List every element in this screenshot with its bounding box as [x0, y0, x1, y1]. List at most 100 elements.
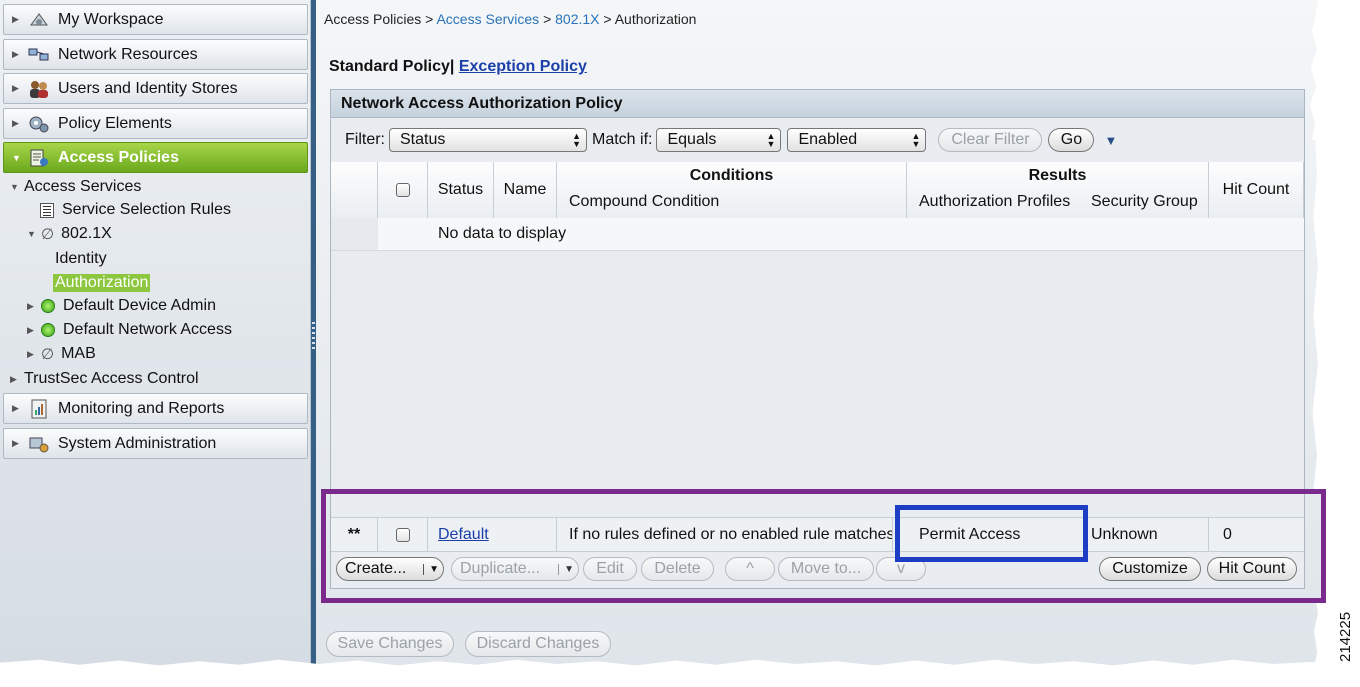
tree-label: TrustSec Access Control — [24, 370, 199, 387]
column-header-results: Results Authorization Profiles Security … — [907, 162, 1209, 218]
expand-arrow-icon: ▶ — [27, 324, 34, 335]
policy-elements-icon — [28, 114, 50, 134]
column-header-security-group[interactable]: Security Group — [1091, 193, 1198, 211]
breadcrumb-root: Access Policies — [324, 11, 422, 27]
tree-item-service-selection-rules[interactable]: Service Selection Rules — [40, 201, 231, 219]
expand-arrow-icon: ▶ — [12, 14, 19, 24]
drawer-label: Policy Elements — [58, 114, 172, 132]
drawer-policy-elements[interactable]: ▶ Policy Elements — [3, 108, 308, 139]
clear-filter-button[interactable]: Clear Filter — [938, 128, 1043, 152]
go-button[interactable]: Go — [1048, 128, 1095, 152]
panel-title: Network Access Authorization Policy — [331, 90, 1304, 118]
column-header-name[interactable]: Name — [494, 162, 557, 218]
column-header-hit-count[interactable]: Hit Count — [1209, 162, 1304, 218]
tree-item-802-1x[interactable]: ▼ ∅ 802.1X — [27, 225, 112, 243]
workspace-icon — [28, 10, 50, 30]
expand-arrow-icon: ▶ — [12, 438, 19, 448]
disabled-service-icon: ∅ — [41, 346, 55, 363]
drawer-users-identity-stores[interactable]: ▶ Users and Identity Stores — [3, 73, 308, 104]
row-gutter — [331, 218, 378, 250]
enabled-service-icon — [41, 323, 55, 337]
drawer-label: My Workspace — [58, 10, 164, 28]
users-icon — [28, 79, 50, 99]
expand-arrow-icon: ▶ — [12, 118, 19, 128]
filter-field-value: Status — [400, 131, 446, 148]
column-header-compound-condition[interactable]: Compound Condition — [569, 193, 719, 211]
column-header-label: Status — [437, 181, 484, 198]
drawer-label: System Administration — [58, 434, 217, 452]
breadcrumb-access-services[interactable]: Access Services — [436, 11, 539, 27]
tree-label: Access Services — [24, 178, 142, 195]
policy-tabs: Standard Policy| Exception Policy — [329, 58, 587, 76]
splitter-grip-icon[interactable] — [312, 322, 315, 350]
tab-exception-policy[interactable]: Exception Policy — [459, 58, 587, 75]
breadcrumb-802-1x[interactable]: 802.1X — [555, 11, 599, 27]
filter-field-select[interactable]: Status ▲ ▼ — [389, 128, 587, 152]
empty-table-message: No data to display — [438, 225, 567, 242]
drawer-my-workspace[interactable]: ▶ My Workspace — [3, 4, 308, 35]
expand-arrow-icon: ▶ — [27, 300, 34, 311]
column-header-label: Hit Count — [1222, 181, 1290, 198]
drawer-label: Network Resources — [58, 45, 198, 63]
column-group-label: Results — [1028, 167, 1087, 184]
expand-arrow-icon: ▶ — [12, 403, 19, 413]
discard-changes-button[interactable]: Discard Changes — [465, 631, 611, 657]
empty-row: No data to display — [331, 218, 1304, 251]
tree-item-trustsec[interactable]: ▶ TrustSec Access Control — [10, 370, 199, 388]
filter-value-select[interactable]: Enabled ▲ ▼ — [787, 128, 927, 152]
expand-arrow-icon: ▶ — [27, 348, 34, 359]
select-spinner-icon: ▲ ▼ — [766, 131, 776, 149]
monitoring-icon — [28, 399, 50, 419]
tab-standard-policy[interactable]: Standard Policy| — [329, 58, 454, 75]
select-spinner-icon: ▲ ▼ — [911, 131, 921, 149]
tree-label: Default Network Access — [63, 321, 232, 338]
tree-label: MAB — [61, 345, 96, 362]
filter-label: Filter: — [345, 131, 385, 148]
match-operator-select[interactable]: Equals ▲ ▼ — [656, 128, 782, 152]
column-group-label: Conditions — [689, 167, 774, 184]
tree-item-default-device-admin[interactable]: ▶ Default Device Admin — [27, 297, 216, 315]
navigation-sidebar: ▶ My Workspace ▶ Network Resources ▶ Use… — [0, 0, 311, 668]
figure-number: 214225 — [1337, 611, 1354, 662]
system-admin-icon — [28, 434, 50, 454]
rules-table-icon — [40, 202, 54, 218]
drawer-network-resources[interactable]: ▶ Network Resources — [3, 39, 308, 70]
default-rule-highlight-box — [321, 489, 1326, 603]
tree-item-access-services[interactable]: ▼ Access Services — [10, 178, 141, 196]
drawer-system-administration[interactable]: ▶ System Administration — [3, 428, 308, 459]
access-policies-icon — [28, 148, 50, 168]
tree-label: Service Selection Rules — [62, 201, 231, 218]
breadcrumb-separator: > — [425, 11, 434, 27]
expand-arrow-icon: ▶ — [10, 373, 17, 384]
network-resources-icon — [28, 45, 50, 65]
tree-item-default-network-access[interactable]: ▶ Default Network Access — [27, 321, 232, 339]
collapse-arrow-icon: ▼ — [10, 182, 19, 192]
drawer-label: Monitoring and Reports — [58, 399, 225, 417]
select-all-checkbox[interactable] — [395, 183, 410, 197]
breadcrumb-current: Authorization — [614, 11, 697, 27]
column-header-conditions: Conditions Compound Condition — [557, 162, 907, 218]
collapse-arrow-icon: ▼ — [27, 229, 36, 239]
filter-options-dropdown-icon[interactable]: ▼ — [1104, 133, 1117, 148]
column-header-authorization-profiles[interactable]: Authorization Profiles — [919, 193, 1070, 211]
filter-bar: Filter: Status ▲ ▼ Match if: Equals ▲ ▼ En… — [331, 118, 1304, 162]
column-header-status[interactable]: Status — [428, 162, 494, 218]
filter-value-value: Enabled — [798, 131, 858, 148]
drawer-access-policies[interactable]: ▼ Access Policies — [3, 142, 308, 173]
select-spinner-icon: ▲ ▼ — [572, 131, 581, 149]
tree-label: Default Device Admin — [63, 297, 216, 314]
collapse-arrow-icon: ▼ — [12, 152, 21, 163]
drawer-monitoring-reports[interactable]: ▶ Monitoring and Reports — [3, 393, 308, 424]
enabled-service-icon — [41, 299, 55, 313]
tree-label: 802.1X — [61, 225, 112, 242]
tree-label: Identity — [55, 250, 107, 267]
breadcrumb: Access Policies > Access Services > 802.… — [324, 11, 696, 27]
save-changes-button[interactable]: Save Changes — [326, 631, 454, 657]
tree-label: Authorization — [53, 274, 151, 292]
match-operator-value: Equals — [667, 131, 717, 148]
policy-rules-table: Status Name Conditions Compound Conditio… — [331, 162, 1304, 487]
tree-item-mab[interactable]: ▶ ∅ MAB — [27, 345, 96, 363]
tree-item-identity[interactable]: Identity — [55, 250, 107, 268]
column-header-index — [331, 162, 378, 218]
tree-item-authorization[interactable]: Authorization — [53, 274, 151, 292]
